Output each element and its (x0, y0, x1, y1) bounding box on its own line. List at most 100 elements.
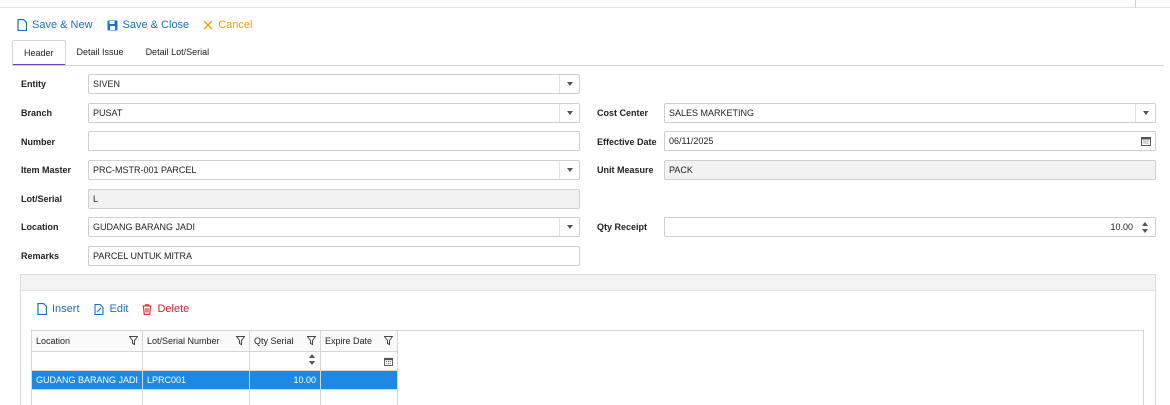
cell-qty-serial: 10.00 (249, 370, 322, 390)
column-header-expire-date[interactable]: Expire Date (320, 331, 399, 352)
location-select[interactable]: GUDANG BARANG JADI (88, 217, 580, 237)
remarks-label: Remarks (21, 251, 60, 261)
lot-serial-field: L (88, 189, 580, 209)
save-new-button[interactable]: Save & New (17, 19, 93, 31)
cost-center-dropdown-toggle[interactable] (1135, 104, 1155, 122)
grid-toolbar: Insert Edit Delete (37, 303, 189, 315)
save-new-label: Save & New (32, 19, 93, 31)
column-header-lot-serial-number[interactable]: Lot/Serial Number (142, 331, 251, 352)
chevron-down-icon[interactable] (309, 360, 316, 365)
item-master-select[interactable]: PRC-MSTR-001 PARCEL (88, 160, 580, 180)
column-header-qty-serial[interactable]: Qty Serial (249, 331, 322, 352)
cell-expire-date (320, 370, 399, 390)
item-master-label: Item Master (21, 165, 72, 175)
save-icon (107, 20, 118, 30)
empty-cell (32, 389, 144, 405)
cost-center-value: SALES MARKETING (669, 108, 755, 118)
effective-date-input[interactable]: 06/11/2025 (664, 131, 1156, 151)
chevron-down-icon[interactable] (1142, 228, 1148, 233)
branch-label: Branch (21, 108, 53, 118)
form-toolbar: Save & New Save & Close Cancel (17, 17, 252, 33)
chevron-down-icon (566, 82, 573, 86)
edit-button[interactable]: Edit (93, 303, 129, 315)
filter-cell-lot-serial-number[interactable] (142, 351, 251, 371)
location-label: Location (21, 222, 59, 232)
empty-cell (249, 389, 322, 405)
item-master-dropdown-toggle[interactable] (559, 161, 579, 179)
close-icon (203, 20, 213, 30)
number-label: Number (21, 137, 56, 147)
effective-date-value: 06/11/2025 (669, 136, 714, 146)
chevron-up-icon[interactable] (1142, 221, 1148, 226)
remarks-value: PARCEL UNTUK MITRA (93, 251, 193, 261)
save-close-button[interactable]: Save & Close (107, 19, 190, 31)
insert-label: Insert (52, 303, 80, 315)
qty-receipt-stepper[interactable] (1135, 218, 1155, 236)
cancel-button[interactable]: Cancel (203, 19, 252, 31)
tab-header[interactable]: Header (12, 40, 66, 66)
branch-dropdown-toggle[interactable] (559, 104, 579, 122)
unit-measure-field: PACK (664, 160, 1156, 180)
qty-receipt-input[interactable]: 10.00 (664, 217, 1156, 237)
filter-cell-qty-serial[interactable] (249, 351, 322, 371)
entity-label: Entity (21, 79, 47, 89)
empty-row (32, 389, 399, 405)
filter-row (32, 351, 399, 371)
grid-table: Location Lot/Serial Number Qty Serial Ex… (32, 331, 399, 405)
branch-value: PUSAT (93, 108, 123, 118)
tab-detail-lot-serial[interactable]: Detail Lot/Serial (135, 40, 221, 65)
save-close-label: Save & Close (122, 19, 190, 31)
lot-serial-value: L (93, 194, 99, 204)
cost-center-select[interactable]: SALES MARKETING (664, 103, 1156, 123)
filter-icon[interactable] (384, 336, 394, 345)
chevron-down-icon (566, 225, 573, 229)
column-label: Location (36, 335, 71, 346)
entity-select[interactable]: SIVEN (88, 74, 580, 94)
column-header-location[interactable]: Location (32, 331, 144, 352)
chevron-up-icon[interactable] (309, 353, 316, 358)
cell-lot-serial-number: LPRC001 (142, 370, 251, 390)
new-document-icon (17, 19, 27, 31)
location-value: GUDANG BARANG JADI (93, 222, 196, 232)
top-bar-divider (1135, 0, 1136, 8)
tab-bar: Header Detail Issue Detail Lot/Serial (12, 40, 221, 66)
cancel-label: Cancel (218, 19, 253, 31)
filter-cell-expire-date[interactable] (320, 351, 399, 371)
qty-filter-stepper[interactable] (309, 353, 316, 365)
item-master-value: PRC-MSTR-001 PARCEL (93, 165, 197, 175)
calendar-icon[interactable] (384, 357, 394, 366)
qty-receipt-value: 10.00 (1110, 222, 1133, 232)
lot-serial-label: Lot/Serial (21, 194, 63, 204)
filter-icon[interactable] (307, 336, 317, 345)
delete-button[interactable]: Delete (142, 303, 189, 315)
top-bar (0, 0, 1170, 8)
trash-icon (142, 303, 152, 315)
delete-label: Delete (157, 303, 190, 315)
entity-dropdown-toggle[interactable] (559, 75, 579, 93)
entity-value: SIVEN (93, 79, 121, 89)
unit-measure-label: Unit Measure (597, 165, 654, 175)
insert-button[interactable]: Insert (37, 303, 80, 315)
filter-icon[interactable] (236, 336, 246, 345)
remarks-input[interactable]: PARCEL UNTUK MITRA (88, 246, 580, 266)
empty-cell (142, 389, 251, 405)
unit-measure-value: PACK (669, 165, 693, 175)
number-input[interactable] (88, 131, 580, 151)
chevron-down-icon (566, 111, 573, 115)
cell-location: GUDANG BARANG JADI (32, 370, 144, 390)
edit-label: Edit (109, 303, 129, 315)
column-label: Lot/Serial Number (147, 335, 220, 346)
location-dropdown-toggle[interactable] (559, 218, 579, 236)
tab-detail-issue[interactable]: Detail Issue (66, 40, 135, 65)
column-label: Expire Date (325, 335, 373, 346)
lot-serial-grid: Location Lot/Serial Number Qty Serial Ex… (31, 330, 1144, 405)
branch-select[interactable]: PUSAT (88, 103, 580, 123)
table-row[interactable]: GUDANG BARANG JADI LPRC001 10.00 (32, 370, 399, 390)
grid-header-row: Location Lot/Serial Number Qty Serial Ex… (32, 331, 399, 352)
calendar-icon[interactable] (1141, 136, 1151, 146)
filter-cell-location[interactable] (32, 351, 144, 371)
panel-header (21, 275, 1155, 291)
chevron-down-icon (566, 168, 573, 172)
tab-divider (12, 65, 1164, 66)
filter-icon[interactable] (129, 336, 139, 345)
